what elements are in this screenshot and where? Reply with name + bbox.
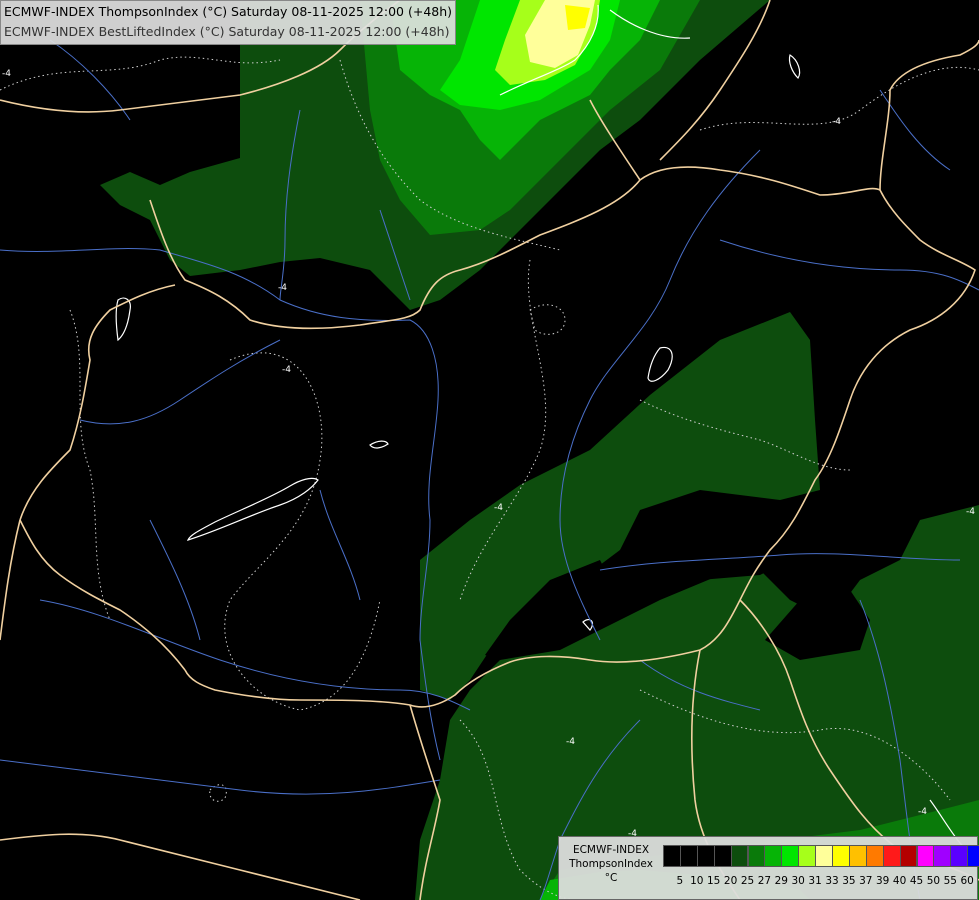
contour-label: -4 (494, 503, 503, 513)
lake-small-4 (647, 346, 673, 382)
map-canvas: -4 -4 -4 -4 -4 -4 -4 -4 -4 (0, 0, 979, 900)
legend-title-line: °C (604, 872, 618, 884)
legend-tick-label: 40 (892, 875, 907, 887)
lake-small-1 (369, 440, 389, 449)
border-hu-at (19, 284, 176, 521)
river-sio (319, 489, 361, 601)
legend-tick-label: 27 (757, 875, 772, 887)
legend-swatch (899, 845, 918, 867)
legend-tick-label: 10 (690, 875, 704, 887)
contour-dotted-3 (224, 352, 381, 711)
contour-label: -4 (832, 117, 841, 127)
river-sava (0, 759, 441, 795)
legend-title: ECMWF-INDEX ThompsonIndex °C (559, 843, 663, 885)
index-fill-layer (100, 0, 979, 900)
legend-tick-label: 29 (774, 875, 788, 887)
river-ne (879, 89, 951, 171)
legend-swatch (679, 845, 698, 867)
legend-tick-label: 55 (943, 875, 957, 887)
header-line-bestlifted: ECMWF-INDEX BestLiftedIndex (°C) Saturda… (4, 24, 450, 39)
legend-swatch (832, 845, 850, 867)
legend-swatch (696, 845, 715, 867)
lake-balaton (186, 477, 319, 541)
legend-tick-label: 33 (825, 875, 839, 887)
contour-label: -4 (282, 365, 291, 375)
river-drava (39, 599, 471, 711)
legend-tick-label: 31 (808, 875, 822, 887)
contour-label: -4 (566, 737, 575, 747)
color-legend: ECMWF-INDEX ThompsonIndex °C 5 10 15 20 25 27… (558, 836, 979, 900)
legend-swatch (967, 845, 979, 867)
weather-map-view: -4 -4 -4 -4 -4 -4 -4 -4 -4 ECMWF-INDEX T… (0, 0, 979, 900)
legend-swatch (781, 845, 800, 867)
river-danube (0, 248, 441, 761)
contour-dotted-7 (529, 304, 566, 335)
legend-tick-label: 37 (859, 875, 873, 887)
legend-swatch (730, 845, 749, 867)
legend-tick-label: 35 (842, 875, 856, 887)
border-ro-ua (879, 39, 979, 191)
legend-swatch (916, 845, 935, 867)
legend-swatch (950, 845, 969, 867)
legend-tick-label: 50 (926, 875, 941, 887)
legend-title-line: ECMWF-INDEX (572, 844, 650, 856)
contour-label: -4 (2, 69, 11, 79)
legend-swatch (865, 845, 884, 867)
contour-label: -4 (966, 507, 975, 517)
river-somes (719, 239, 979, 291)
river-raba (79, 339, 281, 425)
header-line-thompson: ECMWF-INDEX ThompsonIndex (°C) Saturday … (4, 4, 453, 19)
legend-swatch (713, 845, 732, 867)
legend-swatch (933, 845, 952, 867)
river-north (49, 39, 131, 121)
legend-swatch (882, 845, 901, 867)
contour-dotted-1 (0, 56, 281, 91)
legend-tick-label: 30 (791, 875, 805, 887)
legend-tick-label: 20 (723, 875, 738, 887)
contour-label: -4 (278, 283, 287, 293)
legend-swatch (848, 845, 867, 867)
legend-tick-label: 5 (676, 875, 684, 887)
contour-label: -4 (918, 807, 927, 817)
legend-tick-label: 15 (707, 875, 721, 887)
legend-tick-label: 60 (960, 875, 974, 887)
legend-title-line: ThompsonIndex (569, 858, 653, 870)
map-header: ECMWF-INDEX ThompsonIndex (°C) Saturday … (0, 0, 457, 45)
border-sw (0, 519, 21, 641)
legend-swatch (747, 845, 766, 867)
legend-tick-label: 25 (740, 875, 755, 887)
legend-tick-label: 45 (909, 875, 924, 887)
lake-small-2 (788, 54, 801, 79)
legend-swatch (798, 845, 817, 867)
legend-swatch (764, 845, 783, 867)
legend-swatch (663, 845, 681, 867)
legend-tick-label: 39 (876, 875, 890, 887)
border-s-2 (0, 833, 361, 900)
legend-swatch (815, 845, 833, 867)
